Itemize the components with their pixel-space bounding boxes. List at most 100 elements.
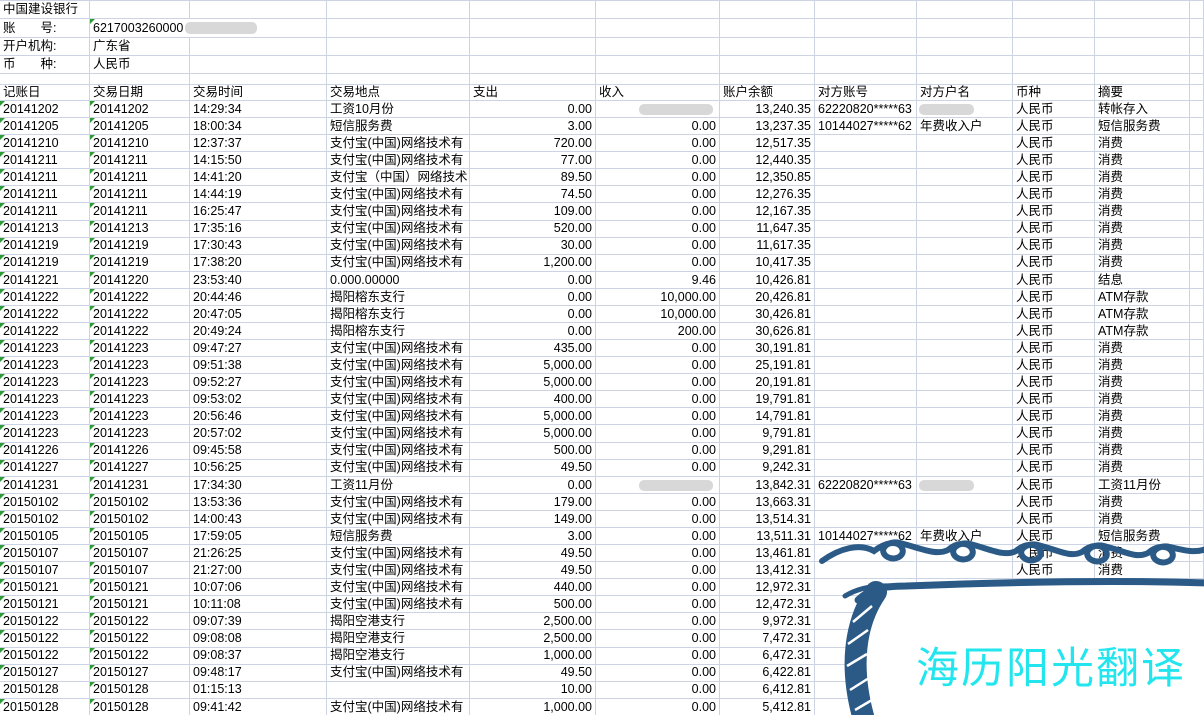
empty-cell[interactable] [327, 38, 470, 56]
table-cell[interactable]: 工资11月份 [1095, 477, 1190, 494]
table-cell[interactable] [917, 545, 1013, 562]
table-cell[interactable]: 支付宝(中国)网络技术有 [327, 545, 470, 562]
table-cell[interactable]: 09:48:17 [190, 665, 327, 682]
table-cell[interactable]: 0.00 [596, 460, 720, 477]
table-cell[interactable]: 支付宝(中国)网络技术有 [327, 238, 470, 255]
table-cell[interactable]: 20141231 [0, 477, 90, 494]
table-cell[interactable]: 揭阳榕东支行 [327, 306, 470, 323]
empty-cell[interactable] [190, 56, 327, 74]
table-cell[interactable]: 9,242.31 [720, 460, 815, 477]
table-cell[interactable]: 人民币 [1013, 460, 1095, 477]
empty-cell[interactable] [1190, 118, 1204, 135]
table-cell[interactable] [1095, 613, 1190, 630]
table-cell[interactable]: 14,791.81 [720, 408, 815, 425]
table-cell[interactable]: 20150128 [0, 682, 90, 699]
table-cell[interactable] [815, 699, 917, 715]
table-cell[interactable]: 消费 [1095, 238, 1190, 255]
table-cell[interactable]: 13,663.31 [720, 494, 815, 511]
table-cell[interactable]: 9,791.81 [720, 425, 815, 442]
currency-label-cell[interactable]: 币 种: [0, 56, 90, 74]
table-cell[interactable]: 20141202 [0, 101, 90, 118]
table-cell[interactable]: 人民币 [1013, 443, 1095, 460]
table-cell[interactable]: 09:52:27 [190, 374, 327, 391]
table-cell[interactable]: 30,426.81 [720, 306, 815, 323]
table-cell[interactable]: 消费 [1095, 169, 1190, 186]
table-cell[interactable] [1013, 665, 1095, 682]
table-cell[interactable]: 支付宝(中国)网络技术有 [327, 699, 470, 715]
table-cell[interactable]: 揭阳空港支行 [327, 648, 470, 665]
table-cell[interactable]: 20141223 [90, 357, 190, 374]
empty-cell[interactable] [815, 1, 917, 19]
table-cell[interactable]: 支付宝(中国)网络技术有 [327, 460, 470, 477]
empty-cell[interactable] [470, 56, 596, 74]
table-cell[interactable] [917, 562, 1013, 579]
table-cell[interactable] [917, 306, 1013, 323]
table-cell[interactable]: 09:08:37 [190, 648, 327, 665]
empty-cell[interactable] [1095, 56, 1190, 74]
empty-cell[interactable] [917, 74, 1013, 85]
table-cell[interactable]: 20150102 [0, 494, 90, 511]
table-cell[interactable]: 0.00 [596, 648, 720, 665]
table-cell[interactable]: 20141219 [90, 255, 190, 272]
table-cell[interactable] [917, 289, 1013, 306]
table-cell[interactable]: 0.00 [596, 528, 720, 545]
currency-value-cell[interactable]: 人民币 [90, 56, 190, 74]
table-cell[interactable] [1095, 699, 1190, 715]
table-cell[interactable]: 人民币 [1013, 306, 1095, 323]
table-cell[interactable]: 0.00 [470, 101, 596, 118]
table-cell[interactable]: 20150107 [90, 545, 190, 562]
table-cell[interactable]: 20141222 [90, 323, 190, 340]
empty-cell[interactable] [1190, 494, 1204, 511]
table-cell[interactable]: 9,291.81 [720, 443, 815, 460]
table-cell[interactable]: 49.50 [470, 460, 596, 477]
empty-cell[interactable] [1190, 443, 1204, 460]
empty-cell[interactable] [720, 56, 815, 74]
table-cell[interactable] [596, 101, 720, 118]
table-cell[interactable]: 0.00 [470, 323, 596, 340]
table-cell[interactable]: 0.00 [596, 340, 720, 357]
table-cell[interactable]: 720.00 [470, 135, 596, 152]
table-cell[interactable]: 10,426.81 [720, 272, 815, 289]
table-cell[interactable]: 1,000.00 [470, 699, 596, 715]
table-cell[interactable] [815, 323, 917, 340]
table-cell[interactable]: 人民币 [1013, 101, 1095, 118]
empty-cell[interactable] [1095, 38, 1190, 56]
table-cell[interactable]: 49.50 [470, 562, 596, 579]
empty-cell[interactable] [90, 1, 190, 19]
table-cell[interactable]: 20150122 [90, 648, 190, 665]
account-label-cell[interactable]: 账 号: [0, 19, 90, 38]
table-cell[interactable]: 20150107 [90, 562, 190, 579]
table-cell[interactable]: 支付宝(中国)网络技术有 [327, 391, 470, 408]
table-cell[interactable]: 10,417.35 [720, 255, 815, 272]
table-cell[interactable]: 支付宝(中国)网络技术有 [327, 665, 470, 682]
table-cell[interactable]: 人民币 [1013, 203, 1095, 220]
table-cell[interactable] [917, 272, 1013, 289]
table-cell[interactable]: 20141226 [90, 443, 190, 460]
table-cell[interactable] [815, 460, 917, 477]
table-cell[interactable]: 20:47:05 [190, 306, 327, 323]
empty-cell[interactable] [1190, 682, 1204, 699]
table-cell[interactable]: 人民币 [1013, 494, 1095, 511]
table-cell[interactable] [815, 630, 917, 647]
table-cell[interactable]: 20141223 [0, 408, 90, 425]
table-cell[interactable]: 人民币 [1013, 391, 1095, 408]
table-cell[interactable]: 20150105 [0, 528, 90, 545]
table-cell[interactable]: 消费 [1095, 460, 1190, 477]
table-cell[interactable]: 人民币 [1013, 272, 1095, 289]
table-cell[interactable] [1095, 596, 1190, 613]
table-cell[interactable]: 支付宝(中国)网络技术有 [327, 203, 470, 220]
table-cell[interactable]: 10,000.00 [596, 306, 720, 323]
table-cell[interactable]: 20141223 [0, 374, 90, 391]
table-cell[interactable]: 6,412.81 [720, 682, 815, 699]
table-cell[interactable]: 12,350.85 [720, 169, 815, 186]
table-cell[interactable]: 消费 [1095, 255, 1190, 272]
table-cell[interactable]: 10:07:06 [190, 579, 327, 596]
table-cell[interactable]: 20141223 [90, 374, 190, 391]
table-cell[interactable]: 16:25:47 [190, 203, 327, 220]
table-cell[interactable]: 20:56:46 [190, 408, 327, 425]
table-cell[interactable]: 揭阳榕东支行 [327, 289, 470, 306]
table-cell[interactable]: 支付宝(中国)网络技术有 [327, 596, 470, 613]
table-cell[interactable]: 5,412.81 [720, 699, 815, 715]
table-cell[interactable]: 10144027*****62 [815, 528, 917, 545]
table-cell[interactable]: 0.00 [596, 630, 720, 647]
